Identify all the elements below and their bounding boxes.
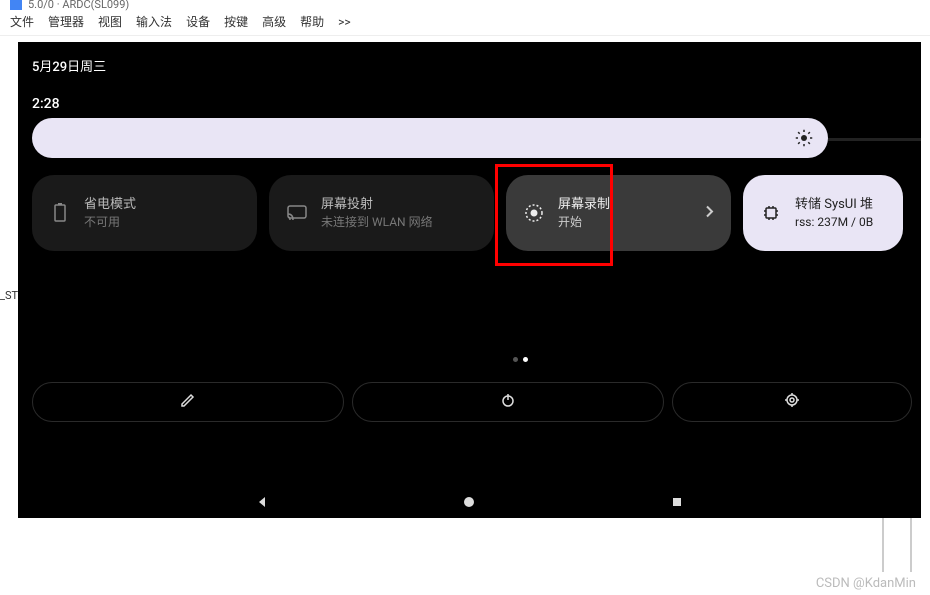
time-text: 2:28 [32,96,60,112]
menu-bar: 文件 管理器 视图 输入法 设备 按键 高级 帮助 >> [0,8,930,36]
page-dot[interactable] [523,357,528,362]
menu-advanced[interactable]: 高级 [262,13,286,30]
record-icon [524,203,544,223]
tile-cast[interactable]: 屏幕投射 未连接到 WLAN 网络 [269,175,494,251]
tile-subtitle: 未连接到 WLAN 网络 [321,214,433,231]
watermark: CSDN @KdanMin [816,576,916,591]
nav-back-icon[interactable] [255,494,269,513]
battery-icon [50,203,70,223]
side-label: _ST [0,289,18,302]
menu-help[interactable]: 帮助 [300,13,324,30]
chip-icon [761,203,781,223]
brightness-slider[interactable] [32,118,828,158]
tile-title: 省电模式 [84,196,136,214]
page-indicator [513,357,528,362]
chevron-right-icon[interactable] [705,204,715,223]
quick-settings-tiles: 省电模式 不可用 屏幕投射 未连接到 WLAN 网络 屏幕录制 开始 [32,175,903,251]
title-bar: 5.0/0 · ARDC(SL099) [0,0,930,8]
tile-subtitle: rss: 237M / 0B [795,214,873,231]
brightness-track-overflow [828,138,921,141]
menu-more[interactable]: >> [338,15,351,29]
pencil-icon [180,392,196,412]
menu-manager[interactable]: 管理器 [48,13,84,30]
brightness-icon [794,128,814,148]
tile-title: 屏幕投射 [321,196,433,214]
tile-subtitle: 不可用 [84,214,136,231]
nav-home-icon[interactable] [462,494,476,513]
settings-button[interactable] [672,382,912,422]
window-title: 5.0/0 · ARDC(SL099) [28,0,129,11]
tile-title: 屏幕录制 [558,196,610,214]
app-icon [10,0,22,10]
menu-view[interactable]: 视图 [98,13,122,30]
tile-screen-record[interactable]: 屏幕录制 开始 [506,175,731,251]
menu-file[interactable]: 文件 [10,13,34,30]
emulator-screen: 5月29日周三 2:28 省电模式 不可用 屏幕投射 未连接到 WLAN 网络 [18,42,921,518]
footer-buttons [32,382,912,422]
cast-icon [287,203,307,223]
page-dot[interactable] [513,357,518,362]
menu-ime[interactable]: 输入法 [136,13,172,30]
edit-button[interactable] [32,382,344,422]
tile-title: 转储 SysUI 堆 [795,196,873,214]
tile-subtitle: 开始 [558,214,610,231]
nav-recent-icon[interactable] [670,494,684,513]
date-text: 5月29日周三 [32,56,106,75]
power-button[interactable] [352,382,664,422]
tile-battery-saver[interactable]: 省电模式 不可用 [32,175,257,251]
menu-keys[interactable]: 按键 [224,13,248,30]
tile-sysui-dump[interactable]: 转储 SysUI 堆 rss: 237M / 0B [743,175,903,251]
menu-device[interactable]: 设备 [186,13,210,30]
gear-icon [784,392,800,412]
android-nav-bar [18,488,921,518]
power-icon [500,392,516,412]
scroll-indicator [882,518,912,572]
